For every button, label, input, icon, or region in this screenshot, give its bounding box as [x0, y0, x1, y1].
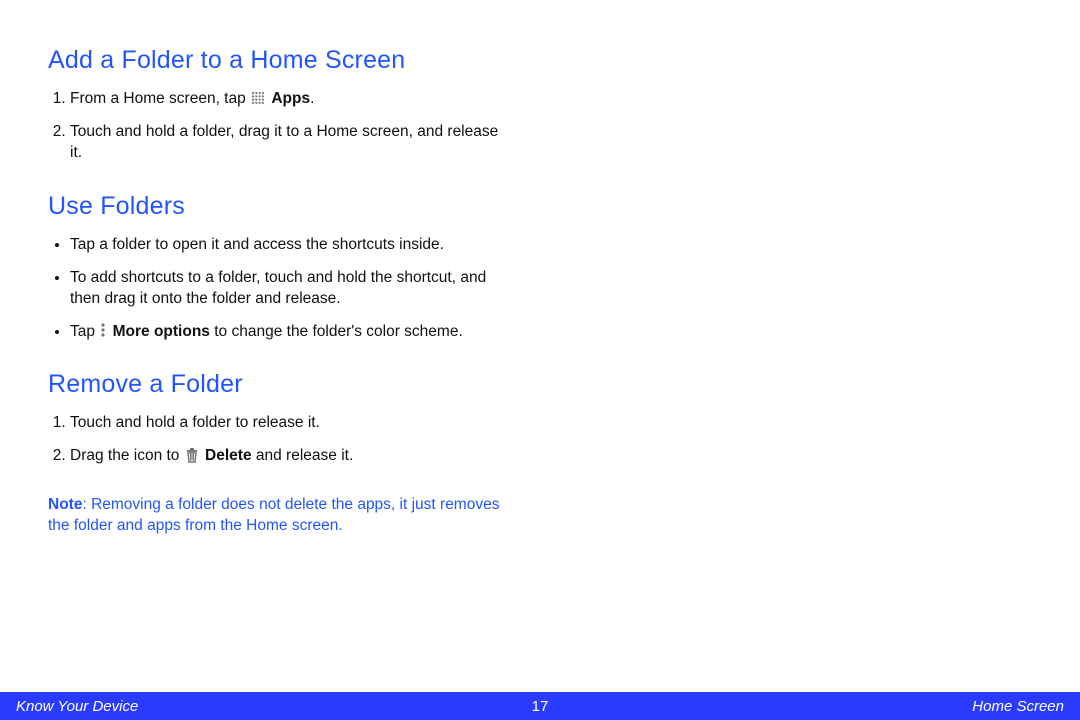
- list-item-text: To add shortcuts to a folder, touch and …: [70, 269, 486, 307]
- note-text: : Removing a folder does not delete the …: [48, 496, 499, 534]
- list-item: Touch and hold a folder, drag it to a Ho…: [70, 122, 512, 164]
- ordered-list: Touch and hold a folder to release it. Dr…: [48, 413, 512, 467]
- list-item-text-after: to change the folder's color scheme.: [210, 323, 463, 340]
- page-footer: Know Your Device 17 Home Screen: [0, 692, 1080, 720]
- list-item: Drag the icon to Delete and release it.: [70, 446, 512, 467]
- more-icon: [100, 322, 106, 338]
- list-item: From a Home screen, tap Apps.: [70, 89, 512, 110]
- list-item-text-after: and release it.: [252, 447, 354, 464]
- apps-icon: [251, 91, 265, 105]
- section-heading: Use Folders: [48, 192, 512, 221]
- list-item-text: Touch and hold a folder to release it.: [70, 414, 320, 431]
- trash-icon: [185, 447, 199, 463]
- list-item-text: Tap: [70, 323, 99, 340]
- list-item: Tap a folder to open it and access the s…: [70, 235, 512, 256]
- footer-left: Know Your Device: [16, 698, 532, 715]
- section-heading: Add a Folder to a Home Screen: [48, 46, 512, 75]
- bullet-list: Tap a folder to open it and access the s…: [48, 235, 512, 343]
- footer-right: Home Screen: [548, 698, 1064, 715]
- list-item-text: Tap a folder to open it and access the s…: [70, 236, 444, 253]
- section: Use Folders Tap a folder to open it and a…: [48, 192, 512, 343]
- list-item-text-after: .: [310, 90, 314, 107]
- note-label: Note: [48, 496, 82, 513]
- note-paragraph: Note: Removing a folder does not delete …: [48, 495, 512, 537]
- ordered-list: From a Home screen, tap Apps. Touch and h…: [48, 89, 512, 164]
- list-item: Touch and hold a folder to release it.: [70, 413, 512, 434]
- list-item-text: Drag the icon to: [70, 447, 184, 464]
- list-item-bold: More options: [113, 323, 210, 340]
- list-item-text: Touch and hold a folder, drag it to a Ho…: [70, 123, 498, 161]
- list-item-bold: Delete: [205, 447, 252, 464]
- section: Remove a Folder Touch and hold a folder t…: [48, 370, 512, 467]
- list-item-text: From a Home screen, tap: [70, 90, 250, 107]
- list-item-bold: Apps: [271, 90, 310, 107]
- footer-page-number: 17: [532, 698, 549, 715]
- list-item: Tap More options to change the folder's …: [70, 322, 512, 343]
- section: Add a Folder to a Home Screen From a Home…: [48, 46, 512, 164]
- section-heading: Remove a Folder: [48, 370, 512, 399]
- list-item: To add shortcuts to a folder, touch and …: [70, 268, 512, 310]
